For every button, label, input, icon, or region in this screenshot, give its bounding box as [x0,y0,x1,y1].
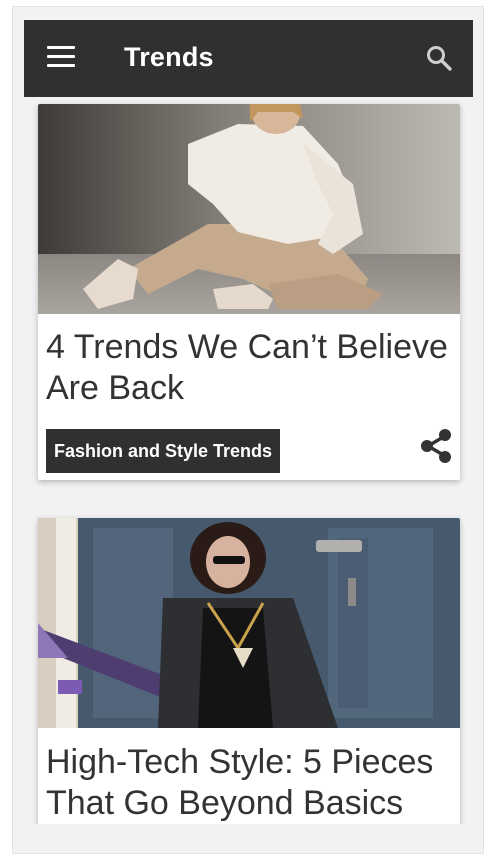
article-title[interactable]: High-Tech Style: 5 Pieces That Go Beyond… [46,742,450,824]
article-card[interactable]: 4 Trends We Can’t Believe Are Back Fashi… [38,104,460,480]
phone-frame: Trends 4 Trends We Can’t Believe Are Bac… [12,6,484,854]
bottom-spacer [13,824,483,853]
app-bar: Trends [24,20,473,97]
article-image[interactable] [38,104,460,314]
article-title[interactable]: 4 Trends We Can’t Believe Are Back [46,327,450,409]
article-image[interactable] [38,518,460,728]
share-icon[interactable] [417,427,455,465]
article-card[interactable]: High-Tech Style: 5 Pieces That Go Beyond… [38,518,460,848]
category-tag[interactable]: Fashion and Style Trends [46,429,281,473]
page-title: Trends [124,42,214,72]
hamburger-menu-icon[interactable] [47,46,75,70]
search-icon[interactable] [425,44,453,72]
